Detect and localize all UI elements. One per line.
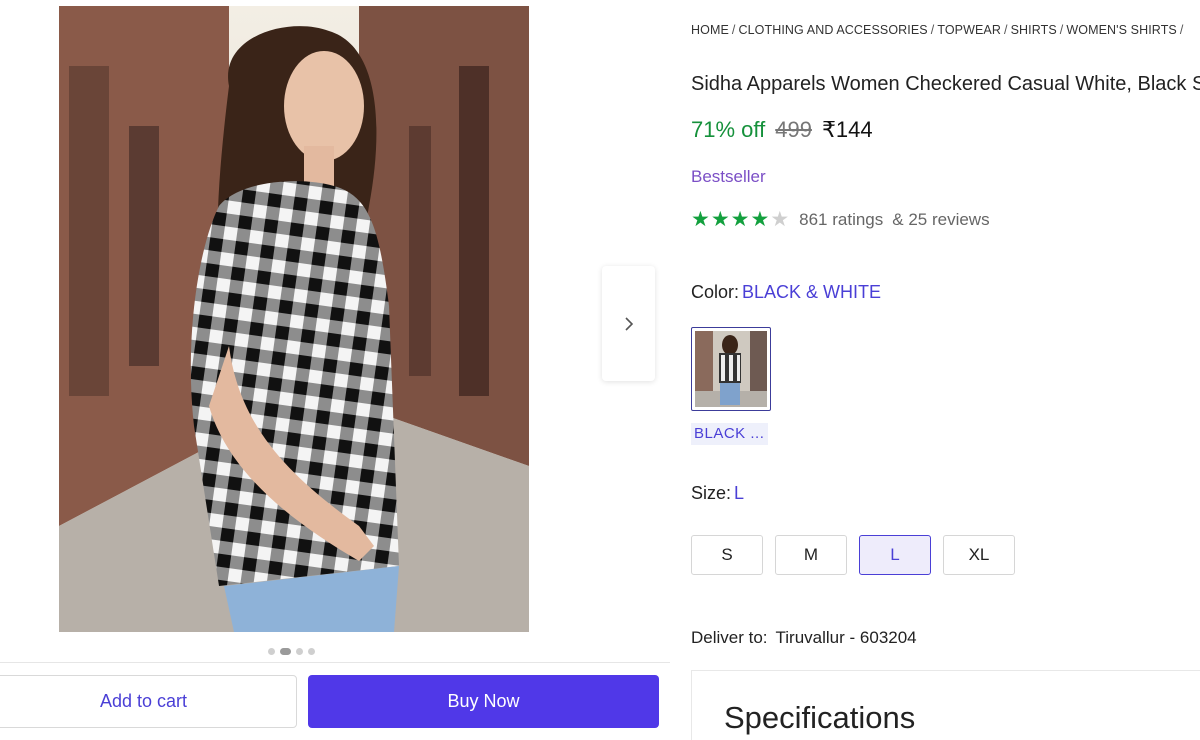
breadcrumb-item-womens-shirts[interactable]: WOMEN'S SHIRTS <box>1066 23 1177 37</box>
breadcrumb-item-home[interactable]: HOME <box>691 23 729 37</box>
star-icon: ★ <box>750 208 770 231</box>
product-image[interactable] <box>59 6 529 632</box>
size-options: S M L XL <box>691 535 1015 575</box>
buy-now-button[interactable]: Buy Now <box>308 675 659 728</box>
star-empty-icon: ★ <box>770 208 790 231</box>
specifications-card: Specifications <box>691 670 1200 740</box>
discount-percent: 71% off <box>691 117 766 142</box>
color-heading: Color: BLACK & WHITE <box>691 282 881 303</box>
next-image-button[interactable] <box>602 266 655 381</box>
size-option-xl[interactable]: XL <box>943 535 1015 575</box>
rating-summary[interactable]: ★ ★ ★ ★ ★ 861 ratings & 25 reviews <box>691 209 990 230</box>
reviews-count: & 25 reviews <box>892 209 990 229</box>
chevron-right-icon <box>624 316 633 331</box>
breadcrumb: HOME / CLOTHING AND ACCESSORIES / TOPWEAR / SH… <box>691 23 1184 37</box>
price-row: 71% off 499 ₹144 <box>691 117 873 143</box>
star-rating: ★ ★ ★ ★ ★ <box>691 209 789 230</box>
breadcrumb-item-topwear[interactable]: TOPWEAR <box>937 23 1001 37</box>
gallery-dot[interactable] <box>308 648 315 655</box>
specifications-heading: Specifications <box>724 700 916 735</box>
size-option-l[interactable]: L <box>859 535 931 575</box>
gallery-dot[interactable] <box>268 648 275 655</box>
size-selected-value: L <box>734 483 745 503</box>
delivery-pincode: Tiruvallur - 603204 <box>775 628 917 647</box>
product-title: Sidha Apparels Women Checkered Casual Wh… <box>691 73 1200 95</box>
divider <box>0 662 670 663</box>
size-option-s[interactable]: S <box>691 535 763 575</box>
selling-price: ₹144 <box>821 117 873 142</box>
gallery-dot-active[interactable] <box>280 648 291 655</box>
size-option-m[interactable]: M <box>775 535 847 575</box>
star-icon: ★ <box>691 208 710 231</box>
breadcrumb-item-clothing[interactable]: CLOTHING AND ACCESSORIES <box>738 23 927 37</box>
ratings-count: 861 ratings <box>799 209 884 229</box>
color-swatch-black-white[interactable] <box>691 327 771 411</box>
gallery-dot[interactable] <box>296 648 303 655</box>
size-label: Size: <box>691 483 732 503</box>
original-price: 499 <box>775 117 812 142</box>
color-selected-value: BLACK & WHITE <box>742 282 882 302</box>
add-to-cart-button[interactable]: Add to cart <box>0 675 297 728</box>
delivery-location[interactable]: Deliver to: Tiruvallur - 603204 <box>691 628 917 648</box>
breadcrumb-item-shirts[interactable]: SHIRTS <box>1011 23 1057 37</box>
color-swatch-label[interactable]: BLACK ... <box>691 423 768 445</box>
star-icon: ★ <box>710 208 730 231</box>
bestseller-badge: Bestseller <box>691 167 766 186</box>
size-heading: Size: L <box>691 483 744 504</box>
gallery-dots <box>268 648 315 655</box>
delivery-label: Deliver to: <box>691 628 768 647</box>
star-icon: ★ <box>730 208 750 231</box>
color-label: Color: <box>691 282 740 302</box>
